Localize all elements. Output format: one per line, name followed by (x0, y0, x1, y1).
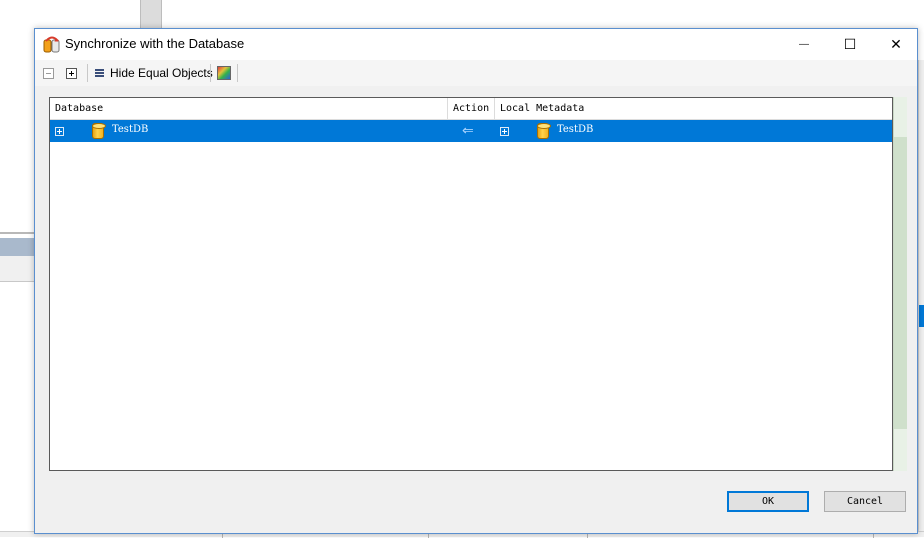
color-palette-icon (217, 66, 231, 80)
collapse-all-button[interactable] (43, 65, 54, 81)
expand-row-icon[interactable] (55, 127, 64, 136)
toolbar: Hide Equal Objects (35, 60, 917, 86)
close-icon: ✕ (890, 35, 902, 52)
toolbar-separator (210, 64, 211, 82)
background-right-edge (918, 60, 924, 537)
column-header-action[interactable]: Action (448, 98, 495, 120)
expand-all-icon (66, 67, 77, 79)
left-arrow-icon[interactable]: ⇐ (462, 123, 474, 139)
background-panel-row (0, 256, 36, 282)
expand-all-button[interactable] (66, 65, 77, 81)
background-splitter (140, 0, 162, 30)
background-selected-row (919, 305, 924, 327)
list-icon (95, 69, 104, 77)
app-icon (43, 36, 60, 53)
toolbar-separator (237, 64, 238, 82)
minimize-button[interactable]: — (781, 29, 827, 59)
cancel-button[interactable]: Cancel (824, 491, 906, 512)
dialog-title: Synchronize with the Database (65, 36, 245, 51)
grid-header: Database Action Local Metadata (50, 98, 892, 120)
column-header-database[interactable]: Database (50, 98, 448, 120)
close-button[interactable]: ✕ (873, 29, 919, 59)
scrollbar-thumb (894, 137, 907, 429)
table-row[interactable]: TestDB ⇐ TestDB (50, 120, 892, 142)
color-settings-button[interactable] (217, 65, 231, 81)
toolbar-separator (87, 64, 88, 82)
background-scrollbar (893, 97, 907, 471)
column-header-local-metadata[interactable]: Local Metadata (495, 98, 892, 120)
synchronize-dialog: Synchronize with the Database — ☐ ✕ Hide… (34, 28, 918, 534)
hide-equal-objects-button[interactable]: Hide Equal Objects (95, 65, 213, 81)
collapse-all-icon (43, 67, 54, 79)
sync-grid[interactable]: Database Action Local Metadata TestDB ⇐ … (49, 97, 893, 471)
dialog-footer (35, 527, 917, 533)
database-icon (537, 123, 551, 139)
maximize-button[interactable]: ☐ (827, 29, 873, 59)
background-panel-header (0, 238, 36, 256)
title-bar[interactable]: Synchronize with the Database — ☐ ✕ (35, 29, 917, 60)
hide-equal-objects-label: Hide Equal Objects (110, 66, 213, 80)
database-icon (92, 123, 106, 139)
expand-local-row-icon[interactable] (500, 127, 509, 136)
minimize-icon: — (799, 38, 809, 50)
database-cell: TestDB (112, 124, 149, 135)
maximize-icon: ☐ (843, 35, 857, 52)
local-metadata-cell: TestDB (557, 124, 594, 135)
ok-button[interactable]: OK (727, 491, 809, 512)
background-left-panel (0, 232, 36, 282)
